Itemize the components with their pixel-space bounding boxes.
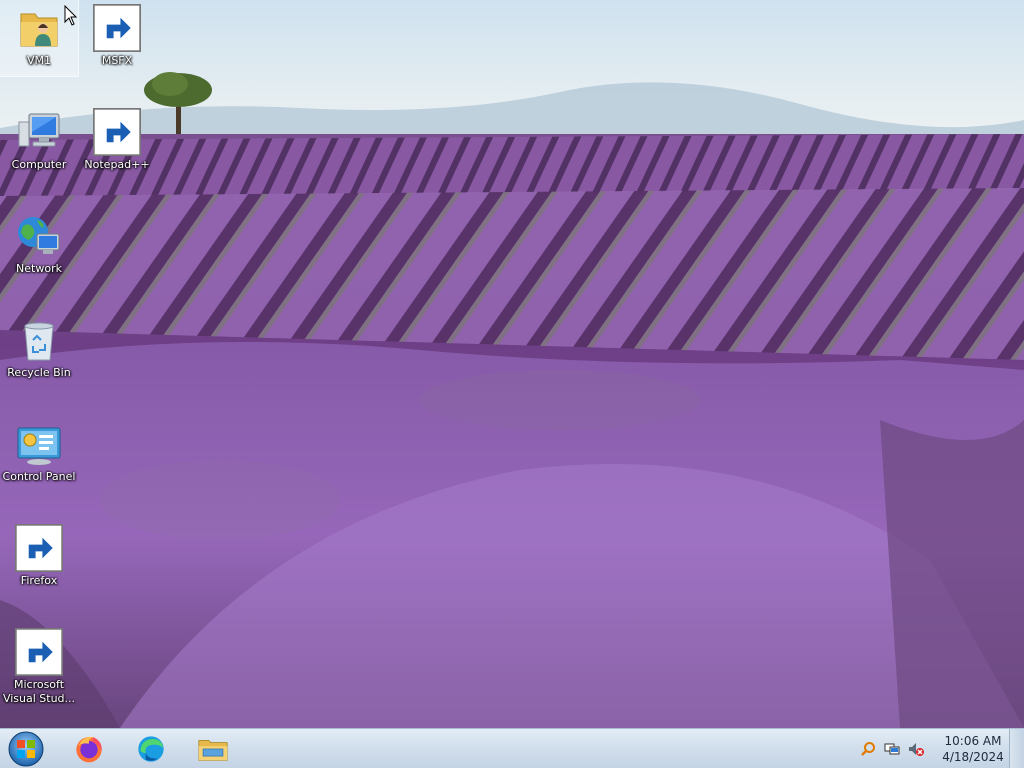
control-panel-icon [15,420,63,468]
start-button[interactable] [4,729,48,768]
shortcut-arrow-icon [15,524,63,572]
recycle-bin-icon [15,316,63,364]
desktop-icon-label: Network [16,262,62,275]
taskbar-edge-button[interactable] [124,729,178,768]
firefox-icon [15,524,63,572]
start-orb-icon [8,731,44,767]
desktop-icon-computer[interactable]: Computer [0,104,78,180]
folder-user-icon [15,4,63,52]
computer-icon [15,108,63,156]
desktop-icon-visual-studio[interactable]: Microsoft Visual Stud... [0,624,78,705]
edge-icon [138,735,164,762]
visual-studio-icon [15,628,63,676]
system-tray: 10:06 AM 4/18/2024 [854,729,1024,768]
shortcut-arrow-icon [93,4,141,52]
desktop-icon-label: Computer [11,158,67,171]
desktop-icon-label: Notepad++ [84,158,150,171]
desktop-icon-network[interactable]: Network [0,208,78,284]
notepad-plus-plus-icon [93,108,141,156]
volume-muted-icon[interactable] [908,741,924,757]
file-explorer-icon [198,739,228,761]
desktop-icon-label: Control Panel [2,470,76,483]
desktop-icon-msfx[interactable]: MSFX [78,0,156,76]
shortcut-arrow-icon [15,628,63,676]
taskbar-file-explorer-button[interactable] [186,729,240,768]
network-tray-icon[interactable] [884,741,900,757]
desktop-icon-notepad-plus-plus[interactable]: Notepad++ [78,104,156,180]
clock-time: 10:06 AM [944,734,1002,748]
desktop-icon-label: MSFX [101,54,133,67]
desktop-icon-label: Recycle Bin [7,366,71,379]
firefox-icon [76,736,102,762]
desktop-icon-label: Firefox [20,574,58,587]
desktop-icon-recycle-bin[interactable]: Recycle Bin [0,312,78,388]
desktop[interactable]: VM1 MSFX Computer Notepad++ Network Recy… [0,0,1024,768]
taskbar-clock[interactable]: 10:06 AM 4/18/2024 [942,733,1004,765]
clock-date: 4/18/2024 [942,750,1004,764]
desktop-icon-label: VM1 [26,54,51,67]
desktop-icon-firefox[interactable]: Firefox [0,520,78,596]
taskbar-firefox-button[interactable] [62,729,116,768]
firefox-icon [93,4,141,52]
search-icon[interactable] [860,741,876,757]
mouse-cursor-icon [64,5,78,26]
desktop-icon-label: Microsoft Visual Stud... [2,678,76,705]
shortcut-arrow-icon [93,108,141,156]
show-desktop-button[interactable] [1009,729,1024,768]
network-icon [15,212,63,260]
desktop-icon-control-panel[interactable]: Control Panel [0,416,78,492]
taskbar: 10:06 AM 4/18/2024 [0,728,1024,768]
